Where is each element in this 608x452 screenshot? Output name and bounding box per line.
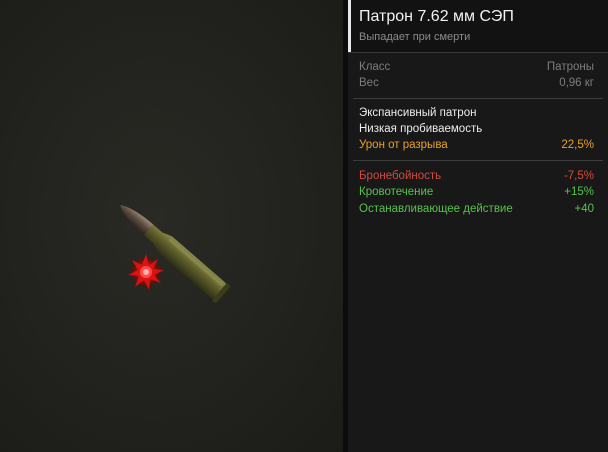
- description-text: Низкая пробиваемость: [359, 123, 483, 135]
- bonus-label: Урон от разрыва: [359, 139, 448, 151]
- modifier-row-armor-penetration: Бронебойность -7,5%: [359, 168, 594, 184]
- modifier-value: +15%: [564, 186, 594, 198]
- modifier-row-stopping-power: Останавливающее действие +40: [359, 201, 594, 217]
- header-accent-bar: [348, 0, 351, 52]
- description-text: Экспансивный патрон: [359, 107, 477, 119]
- stat-label: Вес: [359, 77, 379, 89]
- stat-row-weight: Вес 0,96 кг: [359, 75, 594, 91]
- item-subtitle: Выпадает при смерти: [359, 31, 471, 43]
- modifier-label: Бронебойность: [359, 170, 442, 182]
- stat-row-class: Класс Патроны: [359, 59, 594, 75]
- bonus-row: Урон от разрыва 22,5%: [359, 137, 594, 153]
- modifier-row-bleeding: Кровотечение +15%: [359, 184, 594, 200]
- item-preview: [0, 0, 343, 452]
- section-separator: [353, 160, 603, 161]
- damage-burst-icon: [128, 254, 164, 290]
- modifier-label: Останавливающее действие: [359, 203, 513, 215]
- stat-value: Патроны: [546, 61, 594, 73]
- stat-value: 0,96 кг: [559, 77, 594, 89]
- item-info-panel: Патрон 7.62 мм СЭП Выпадает при смерти К…: [348, 0, 608, 452]
- modifier-value: -7,5%: [563, 170, 594, 182]
- item-title: Патрон 7.62 мм СЭП: [359, 8, 514, 25]
- modifier-label: Кровотечение: [359, 186, 434, 198]
- item-inspect-screen: Патрон 7.62 мм СЭП Выпадает при смерти К…: [0, 0, 608, 452]
- item-header: Патрон 7.62 мм СЭП Выпадает при смерти: [348, 0, 608, 53]
- cartridge-icon: [120, 205, 232, 304]
- modifier-value: +40: [574, 203, 594, 215]
- bonus-value: 22,5%: [561, 139, 594, 151]
- stat-label: Класс: [359, 61, 391, 73]
- description-line: Экспансивный патрон: [359, 105, 594, 121]
- section-separator: [353, 98, 603, 99]
- description-line: Низкая пробиваемость: [359, 121, 594, 137]
